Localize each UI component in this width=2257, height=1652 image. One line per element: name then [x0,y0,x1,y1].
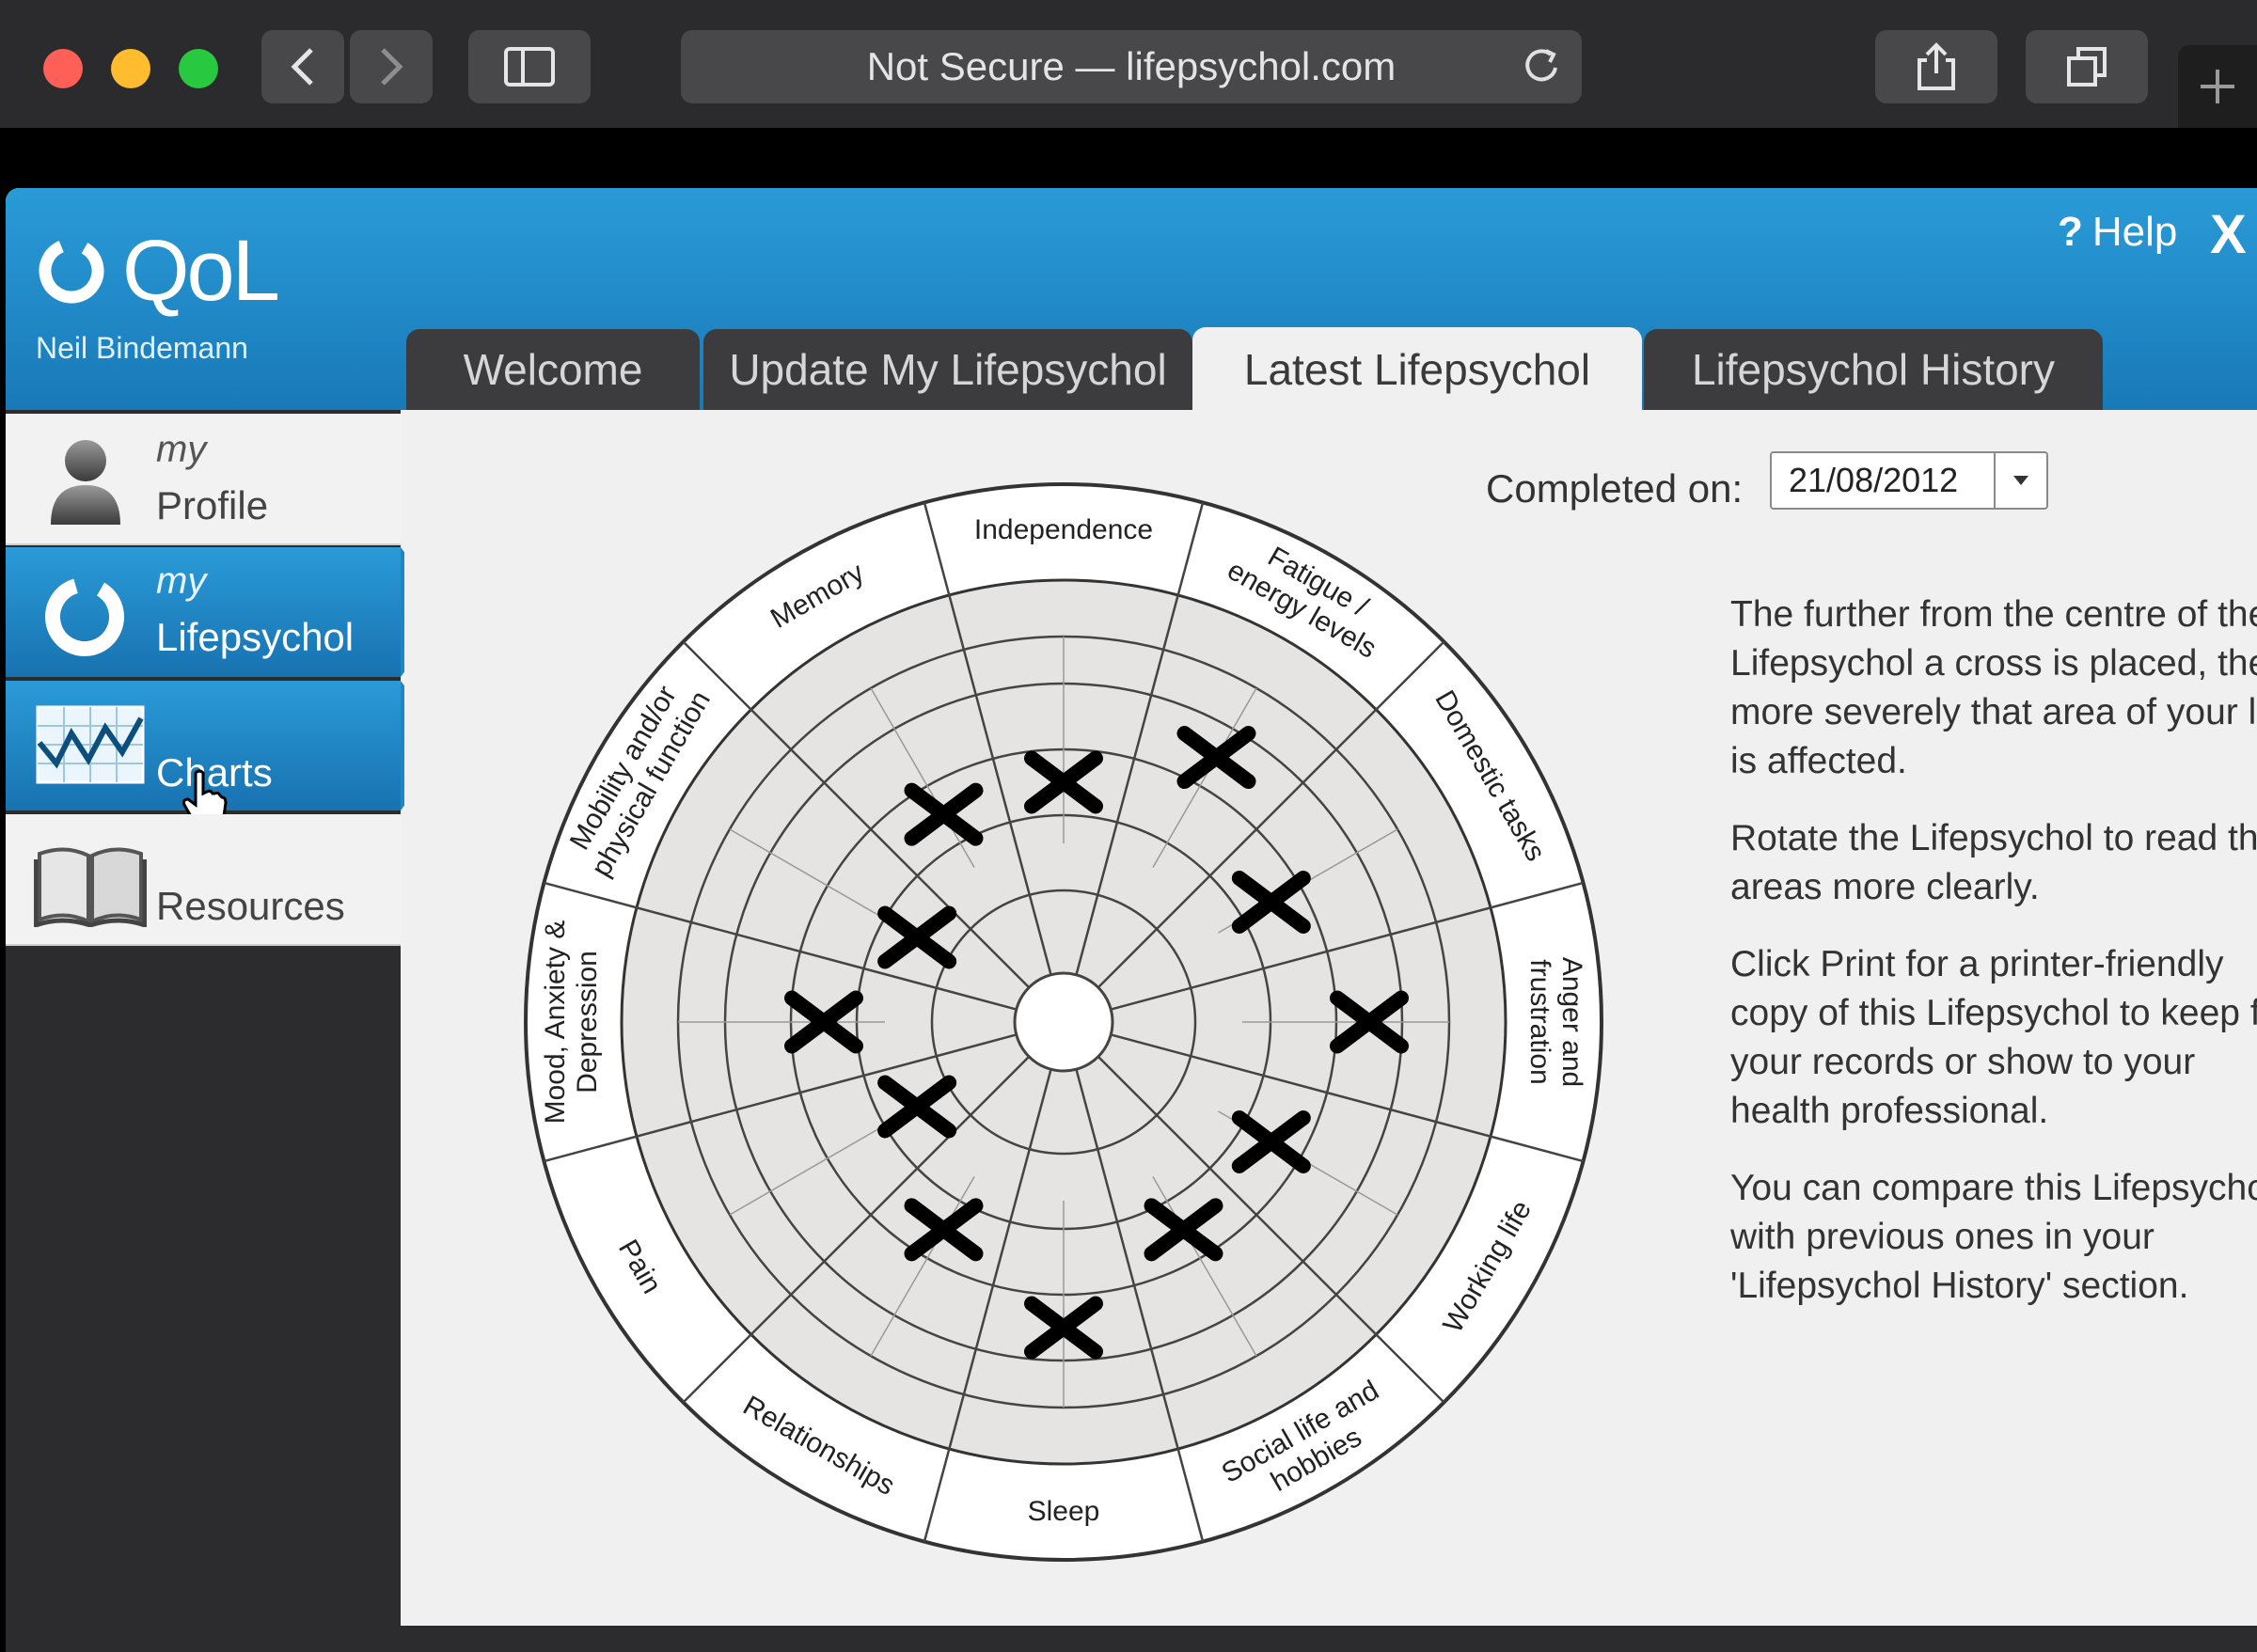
info-line: health professional. [1730,1091,2049,1131]
chart-icon [36,705,145,784]
info-line: You can compare this Lifepsychol [1730,1168,2257,1208]
segment-label: Sleep [1028,1496,1100,1527]
chevron-down-icon[interactable] [1994,453,2046,508]
segment-label: Anger and [1556,957,1587,1087]
tab-label: Welcome [463,345,643,394]
close-window-button[interactable] [43,49,83,88]
page-top-band [0,128,2257,184]
sidebar-item-prefix: my [156,429,207,470]
sidebar-item-lifepsychol[interactable]: my Lifepsychol [6,547,450,677]
close-app-button[interactable]: X [2210,203,2247,266]
sidebar-toggle-button[interactable] [468,30,591,103]
info-line: more severely that area of your life [1730,692,2257,732]
tabs-icon [2067,47,2107,87]
zoom-window-button[interactable] [179,49,218,88]
tab-label: Update My Lifepsychol [729,345,1167,394]
info-line: areas more clearly. [1730,867,2040,907]
address-text: Not Secure — lifepsychol.com [866,44,1397,88]
sidebar-icon [504,47,555,87]
tabs-overview-button[interactable] [2026,30,2148,103]
back-button[interactable] [261,30,344,103]
sidebar: my Profile my Lifepsychol Charts Resourc… [6,410,450,1652]
sidebar-item-label: Resources [156,884,345,928]
segment-label: Independence [974,514,1153,545]
forward-button[interactable] [350,30,433,103]
segment-label: frustration [1524,959,1555,1084]
sidebar-item-resources[interactable]: Resources [6,814,401,946]
info-line: Rotate the Lifepsychol to read the [1730,818,2257,858]
info-line: Click Print for a printer-friendly [1730,944,2224,984]
main-content: Completed on: 21/08/2012 Independence Fat… [404,412,2257,1625]
reload-icon[interactable] [1520,45,1563,88]
info-paragraph: Click Print for a printer-friendly copy o… [1730,940,2257,1136]
info-line: 'Lifepsychol History' section. [1730,1266,2189,1306]
sidebar-item-profile[interactable]: my Profile [6,414,401,545]
share-icon [1918,42,1955,90]
sidebar-item-prefix: my [156,560,207,602]
completed-date-select[interactable]: 21/08/2012 [1770,451,2048,510]
help-label: Help [2091,209,2178,255]
help-icon: ? [2058,209,2083,255]
tab-welcome[interactable]: Welcome [406,329,700,410]
info-line: your records or show to your [1730,1042,2196,1082]
chevron-left-icon [291,48,313,86]
plus-icon [2201,70,2234,103]
info-line: with previous ones in your [1730,1217,2154,1257]
address-bar[interactable]: Not Secure — lifepsychol.com [681,30,1582,103]
tab-latest-lifepsychol[interactable]: Latest Lifepsychol [1192,327,1642,412]
info-line: The further from the centre of the [1730,594,2257,635]
sidebar-item-charts[interactable]: Charts [6,681,450,827]
qol-logo-icon [39,238,104,304]
info-paragraph: Rotate the Lifepsychol to read the areas … [1730,814,2257,912]
book-icon [34,847,147,927]
segment-label: Mood, Anxiety & [540,920,571,1125]
person-icon [51,440,120,525]
ring-icon [45,577,124,656]
tab-label: Latest Lifepsychol [1243,345,1591,394]
new-tab-button[interactable] [2178,45,2257,128]
chevron-right-icon [381,48,403,86]
tab-label: Lifepsychol History [1691,345,2056,394]
minimize-window-button[interactable] [111,49,150,88]
qol-app: QoL Neil Bindemann ? Help X Welcome Upda… [6,188,2257,1652]
sidebar-item-label: Lifepsychol [156,615,355,659]
app-header: QoL Neil Bindemann ? Help X Welcome Upda… [6,188,2257,412]
tab-lifepsychol-history[interactable]: Lifepsychol History [1644,329,2103,410]
info-text: The further from the centre of the Lifeps… [1730,590,2257,1339]
lifepsychol-wheel[interactable]: IndependenceFatigue /energy levelsDomest… [523,481,1604,1563]
info-line: copy of this Lifepsychol to keep for [1730,993,2257,1033]
info-paragraph: You can compare this Lifepsychol with pre… [1730,1164,2257,1311]
user-name: Neil Bindemann [36,331,248,365]
info-line: is affected. [1730,741,1907,781]
completed-date-value: 21/08/2012 [1789,461,1959,499]
tab-update-my-lifepsychol[interactable]: Update My Lifepsychol [703,329,1192,410]
segment-label: Depression [572,951,603,1093]
help-button[interactable]: ? Help [2058,209,2177,256]
browser-toolbar: Not Secure — lifepsychol.com [0,0,2257,128]
bottom-bar [6,1626,2257,1652]
info-line: Lifepsychol a cross is placed, the [1730,643,2257,684]
info-paragraph: The further from the centre of the Lifeps… [1730,590,2257,786]
wheel-center [1013,971,1114,1073]
app-logo: QoL [122,223,280,319]
sidebar-item-label: Profile [156,483,269,527]
share-button[interactable] [1875,30,1997,103]
